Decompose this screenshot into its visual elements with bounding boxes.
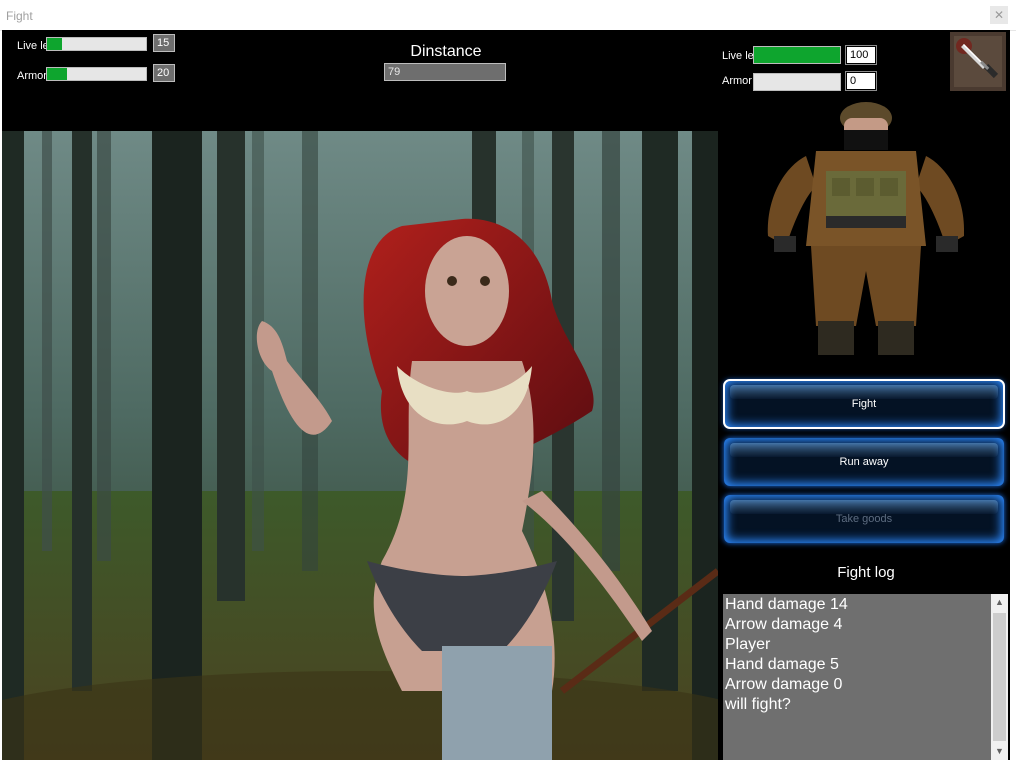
- close-icon: ✕: [993, 8, 1005, 22]
- item-slot[interactable]: [950, 32, 1006, 91]
- fight-log[interactable]: Hand damage 14 Arrow damage 4 Player Han…: [723, 594, 1008, 760]
- player-armor-bar-fill: [47, 68, 67, 80]
- window-titlebar: Fight ✕: [0, 0, 1016, 31]
- log-line: Arrow damage 0: [725, 676, 843, 693]
- distance-label: Dinstance: [410, 43, 482, 60]
- player-live-bar: [46, 37, 147, 51]
- player-armor-value: 20: [153, 64, 175, 82]
- fight-button-label: Fight: [851, 398, 877, 410]
- run-away-button-label: Run away: [839, 456, 889, 468]
- scroll-thumb[interactable]: [993, 613, 1006, 741]
- player-armor-bar: [46, 67, 147, 81]
- soldier-icon: [767, 102, 965, 355]
- log-line: Hand damage 5: [725, 656, 839, 673]
- window-title: Fight: [6, 9, 33, 23]
- button-gloss: [730, 385, 998, 399]
- player-live-value: 15: [153, 34, 175, 52]
- enemy-armor-bar: [753, 73, 841, 91]
- battle-scene: [2, 131, 718, 760]
- fight-button[interactable]: Fight: [723, 379, 1005, 429]
- take-goods-button[interactable]: Take goods: [724, 495, 1004, 543]
- enemy-live-bar: [753, 46, 841, 64]
- enemy-armor-label: Armor: [722, 75, 752, 87]
- log-line: Arrow damage 4: [725, 616, 843, 633]
- scroll-down-icon[interactable]: ▼: [991, 743, 1008, 760]
- distance-value: 79: [384, 63, 506, 81]
- enemy-live-label: Live le: [722, 50, 754, 62]
- log-line: Player: [725, 636, 771, 653]
- button-gloss: [730, 500, 998, 514]
- player-live-label: Live le: [17, 40, 49, 52]
- enemy-live-bar-fill: [754, 47, 840, 63]
- forest-background: [2, 131, 718, 760]
- fight-log-title: Fight log: [837, 564, 895, 581]
- button-gloss: [730, 443, 998, 457]
- log-line: Hand damage 14: [725, 596, 848, 613]
- enemy-soldier-portrait: [746, 96, 986, 376]
- knife-icon: [950, 32, 1006, 91]
- take-goods-button-label: Take goods: [835, 513, 893, 525]
- scroll-up-icon[interactable]: ▲: [991, 594, 1008, 611]
- log-line: will fight?: [725, 696, 791, 713]
- fight-log-lines: Hand damage 14 Arrow damage 4 Player Han…: [725, 595, 848, 715]
- fight-window: Live le 15 Armor 20 Dinstance 79 Live le…: [2, 30, 1010, 760]
- player-armor-label: Armor: [17, 70, 47, 82]
- enemy-armor-value: 0: [845, 71, 877, 91]
- close-button[interactable]: ✕: [990, 6, 1008, 24]
- player-live-bar-fill: [47, 38, 62, 50]
- enemy-live-value: 100: [845, 45, 877, 65]
- fight-log-scrollbar[interactable]: ▲ ▼: [991, 594, 1008, 760]
- run-away-button[interactable]: Run away: [724, 438, 1004, 486]
